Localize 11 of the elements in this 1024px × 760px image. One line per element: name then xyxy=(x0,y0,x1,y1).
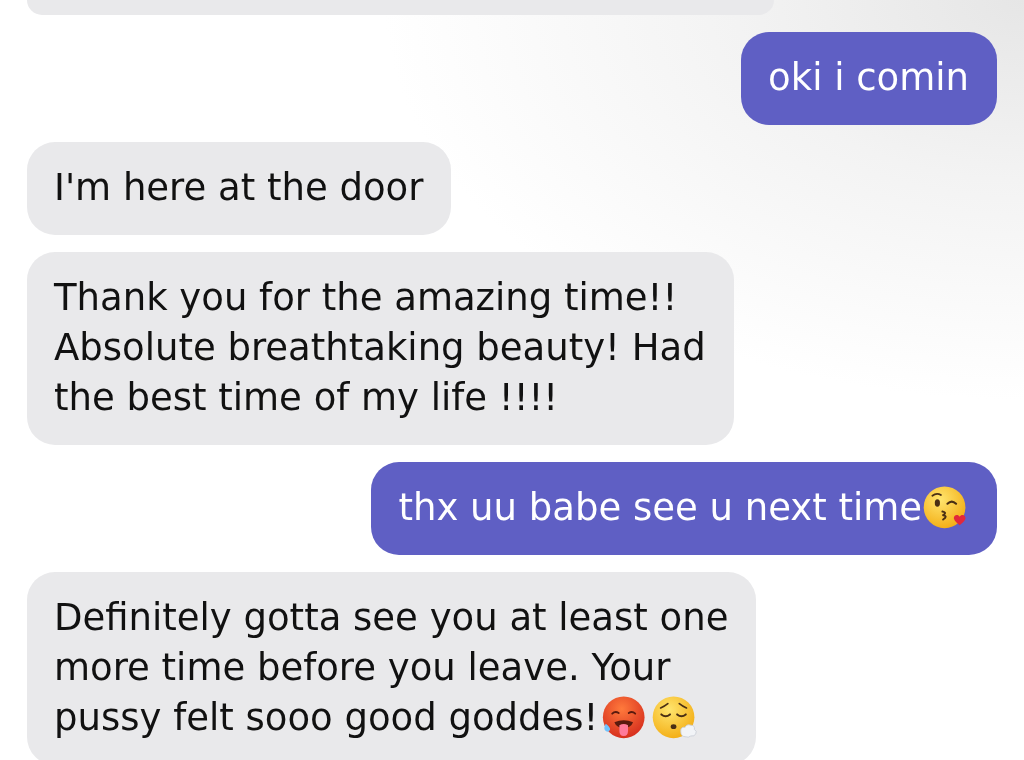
hot-face-icon xyxy=(600,695,647,741)
message-text: I'm here at the door xyxy=(54,165,424,211)
message-text: Absolute breathtaking beauty! Had xyxy=(54,325,706,371)
message-text: pussy felt sooo good goddes! xyxy=(54,695,599,741)
message-text: Definitely gotta see you at least one xyxy=(54,595,729,641)
exhaling-face-icon xyxy=(652,695,699,741)
message-text: Thank you for the amazing time!! xyxy=(54,275,678,321)
message-text: oki i comin xyxy=(768,55,969,101)
message-text: the best time of my life !!!! xyxy=(54,375,559,421)
message-text: thx uu babe see u next time xyxy=(398,485,922,531)
message-text: more time before you leave. Your xyxy=(54,645,671,691)
